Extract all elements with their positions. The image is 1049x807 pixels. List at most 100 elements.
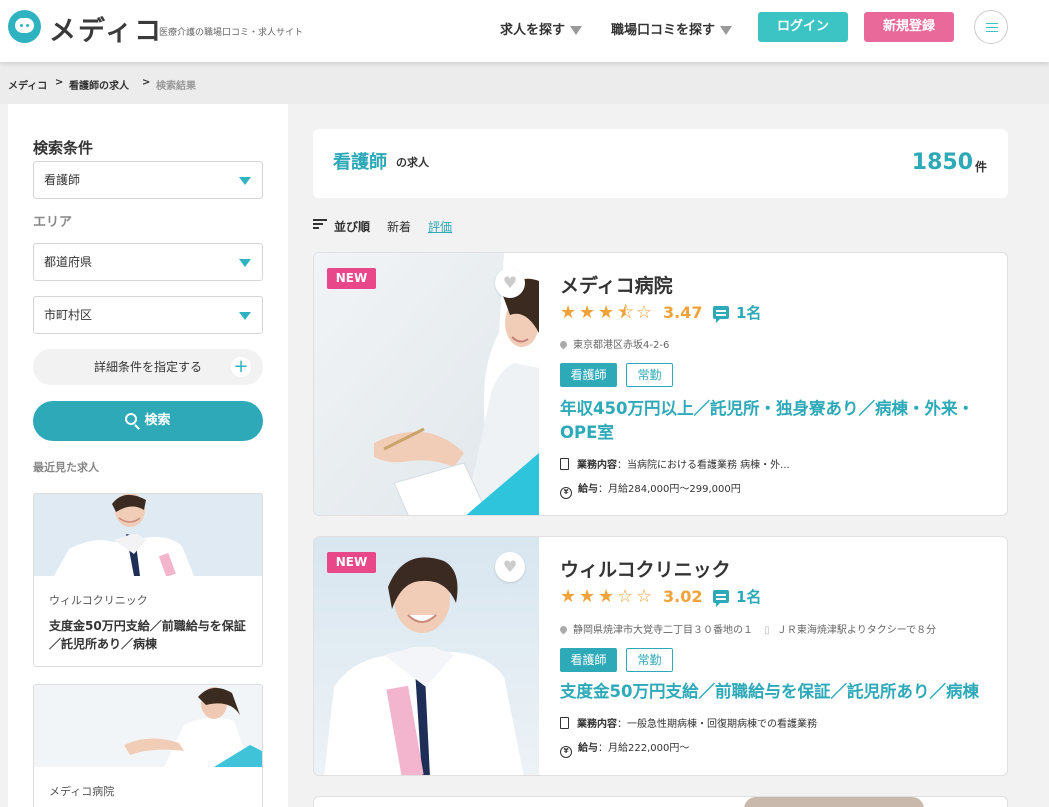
- triangle-down-icon: [239, 177, 251, 185]
- sort-option-rating[interactable]: 評価: [428, 218, 452, 235]
- prefecture-select-value: 都道府県: [44, 255, 93, 269]
- search-icon: [125, 413, 138, 425]
- job-duty-label: 業務内容: [577, 719, 617, 730]
- area-label: エリア: [33, 215, 73, 230]
- job-catchphrase[interactable]: 年収450万円以上／託児所・独身寮あり／病棟・外来・OPE室: [560, 397, 990, 445]
- job-salary: ¥ 給与：月給222,000円〜: [560, 739, 689, 758]
- city-select[interactable]: 市町村区: [33, 296, 263, 334]
- search-sidebar: 検索条件 看護師 エリア 都道府県 市町村区 詳細条件を指定する + 検索 最近…: [8, 104, 288, 807]
- recent-job-name: メディコ病院: [49, 785, 115, 798]
- star-empty-icon: ☆: [636, 586, 653, 607]
- detail-conditions-label: 詳細条件を指定する: [93, 360, 202, 374]
- nav-find-reviews-label: 職場口コミを探す: [611, 23, 716, 38]
- star-empty-icon: ☆: [636, 302, 653, 323]
- job-salary-label: 給与: [578, 484, 598, 495]
- job-facility-name[interactable]: メディコ病院: [560, 271, 673, 298]
- job-duty-text: ：一般急性期病棟・回復期病棟での看護業務: [617, 719, 817, 730]
- plus-icon: +: [231, 357, 251, 377]
- triangle-down-icon: [239, 259, 251, 267]
- job-salary-label: 給与: [578, 743, 598, 754]
- star-full-icon: ★: [560, 586, 577, 607]
- job-access-text: ＪＲ東海焼津駅よりタクシーで８分: [776, 625, 937, 636]
- breadcrumb-separator: >: [55, 77, 64, 88]
- occupation-select[interactable]: 看護師: [33, 161, 263, 199]
- breadcrumb-separator: >: [142, 77, 151, 88]
- caret-down-icon: [720, 26, 733, 35]
- tag-employment-type: 常勤: [626, 363, 673, 387]
- job-duty: 業務内容：当病院における看護業務 病棟・外...: [560, 456, 790, 471]
- tag-occupation: 看護師: [560, 648, 617, 672]
- search-conditions-heading: 検索条件: [33, 139, 94, 157]
- star-full-icon: ★: [579, 302, 596, 323]
- breadcrumb-current: 検索結果: [156, 81, 196, 92]
- job-photo: NEW ♥: [314, 537, 539, 775]
- breadcrumb-home[interactable]: メディコ: [8, 77, 47, 92]
- sort-icon: [313, 219, 327, 229]
- nav-find-jobs[interactable]: 求人を探す: [500, 19, 583, 38]
- recent-job-photo: [34, 685, 262, 767]
- job-duty-text: ：当病院における看護業務 病棟・外...: [617, 460, 790, 471]
- location-pin-icon: [558, 624, 569, 635]
- breadcrumb: メディコ > 看護師の求人 > 検索結果: [0, 62, 1049, 104]
- register-button[interactable]: 新規登録: [864, 12, 954, 42]
- logo-icon[interactable]: [8, 10, 41, 43]
- job-address-text: 静岡県焼津市大覚寺二丁目３０番地の１: [573, 625, 753, 636]
- tag-employment-type: 常勤: [626, 648, 673, 672]
- recent-job-card[interactable]: ウィルコクリニック 支度金50万円支給／前職給与を保証／託児所あり／病棟: [33, 493, 263, 667]
- recent-job-photo: [34, 494, 262, 576]
- new-badge: NEW: [327, 268, 376, 289]
- site-tagline: 医療介護の職場口コミ・求人サイト: [159, 28, 304, 38]
- nav-find-reviews[interactable]: 職場口コミを探す: [611, 19, 733, 38]
- city-select-value: 市町村区: [44, 308, 93, 322]
- sort-label: 並び順: [334, 220, 371, 234]
- star-full-icon: ★: [579, 586, 596, 607]
- rating-score: 3.02: [663, 587, 703, 606]
- breadcrumb-nurse-jobs[interactable]: 看護師の求人: [69, 77, 129, 92]
- job-catchphrase[interactable]: 支度金50万円支給／前職給与を保証／託児所あり／病棟: [560, 680, 1000, 704]
- review-comment-icon: [713, 590, 729, 607]
- review-comment-icon: [713, 306, 729, 323]
- recent-job-description: 支度金50万円支給／前職給与を保証／託児所あり／病棟: [49, 619, 246, 651]
- site-header: メディコ 医療介護の職場口コミ・求人サイト 求人を探す 職場口コミを探す ログイ…: [0, 0, 1049, 62]
- job-address-text: 東京都港区赤坂4-2-6: [573, 340, 670, 351]
- prefecture-select[interactable]: 都道府県: [33, 243, 263, 281]
- new-badge: NEW: [327, 552, 376, 573]
- detail-conditions-button[interactable]: 詳細条件を指定する +: [33, 349, 263, 385]
- favorite-heart-icon[interactable]: ♥: [495, 552, 525, 582]
- yen-icon: ¥: [560, 487, 572, 499]
- search-button-label: 検索: [144, 413, 171, 428]
- search-button[interactable]: 検索: [33, 401, 263, 441]
- star-half-icon: ⯪: [617, 302, 635, 323]
- recent-job-name: ウィルコクリニック: [49, 594, 148, 607]
- triangle-down-icon: [239, 312, 251, 320]
- job-address: 静岡県焼津市大覚寺二丁目３０番地の１ ▯ ＪＲ東海焼津駅よりタクシーで８分: [558, 621, 937, 636]
- job-photo: [744, 797, 924, 807]
- star-full-icon: ★: [598, 586, 615, 607]
- star-full-icon: ★: [598, 302, 615, 323]
- login-button[interactable]: ログイン: [758, 12, 848, 42]
- results-count: 1850: [911, 150, 973, 175]
- logo-text[interactable]: メディコ: [49, 9, 163, 48]
- review-count[interactable]: 1名: [736, 587, 761, 607]
- job-salary-text: ：月給222,000円〜: [598, 743, 690, 754]
- job-duty: 業務内容：一般急性期病棟・回復期病棟での看護業務: [560, 715, 817, 730]
- sort-option-newest[interactable]: 新着: [387, 218, 411, 235]
- star-full-icon: ★: [560, 302, 577, 323]
- results-summary: 看護師 の求人 1850 件: [313, 129, 1008, 198]
- nav-find-jobs-label: 求人を探す: [500, 23, 566, 38]
- job-card[interactable]: NEW ♥ メディコ病院 ★ ★ ★ ⯪ ☆ 3.47 1名 東京都港区赤坂4-…: [313, 252, 1008, 516]
- document-icon: [560, 717, 569, 729]
- train-icon: ▯: [764, 625, 770, 636]
- rating-score: 3.47: [663, 303, 703, 322]
- hamburger-menu-icon[interactable]: [974, 10, 1008, 44]
- review-count[interactable]: 1名: [736, 303, 761, 323]
- job-duty-label: 業務内容: [577, 460, 617, 471]
- favorite-heart-icon[interactable]: ♥: [495, 268, 525, 298]
- results-occupation-suffix: の求人: [396, 156, 429, 169]
- recent-job-card[interactable]: メディコ病院: [33, 684, 263, 807]
- job-card[interactable]: [313, 796, 1008, 807]
- job-facility-name[interactable]: ウィルコクリニック: [560, 555, 731, 582]
- job-card[interactable]: NEW ♥ ウィルコクリニック ★ ★ ★ ☆ ☆ 3.02 1名 静岡県焼津市…: [313, 536, 1008, 776]
- job-salary: ¥ 給与：月給284,000円〜299,000円: [560, 480, 741, 499]
- star-empty-icon: ☆: [617, 586, 634, 607]
